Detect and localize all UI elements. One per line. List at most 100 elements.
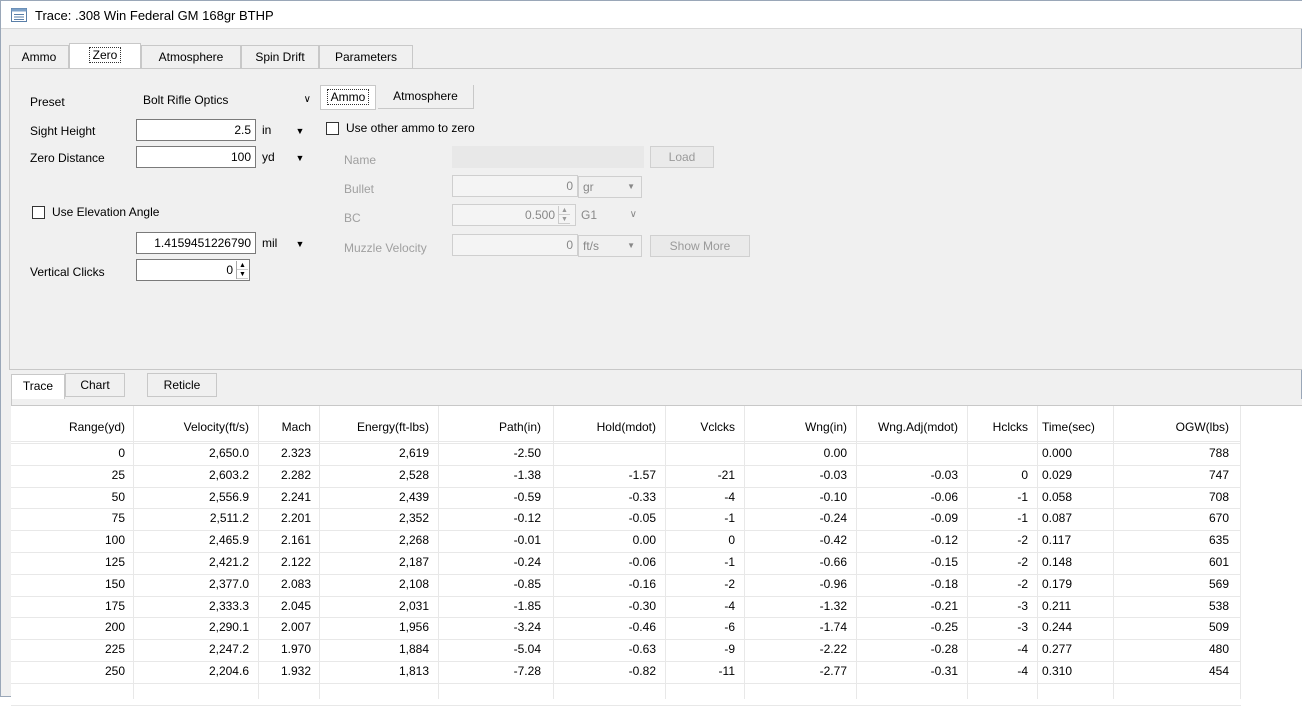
table-cell: 0.000 bbox=[1042, 446, 1073, 460]
column-header[interactable]: Vclcks bbox=[700, 414, 735, 440]
spin-down-icon[interactable]: ▼ bbox=[559, 215, 570, 224]
table-cell: -0.82 bbox=[628, 664, 656, 678]
column-header[interactable]: Mach bbox=[282, 414, 311, 440]
table-cell: -0.66 bbox=[819, 555, 847, 569]
column-header[interactable]: Path(in) bbox=[499, 414, 541, 440]
bullet-input[interactable]: 0 bbox=[452, 175, 578, 197]
table-cell: 175 bbox=[104, 598, 125, 613]
table-row[interactable]: 75 2,511.2 2.201 2,352 -0.12 -0.05 -1 -0.24 -0.0… bbox=[11, 508, 1241, 530]
trace-table[interactable]: Range(yd) Velocity(ft/s) Mach Energy(ft-lbs… bbox=[11, 405, 1302, 706]
table-cell: 0 bbox=[1021, 467, 1028, 482]
table-row[interactable]: 100 2,465.9 2.161 2,268 -0.01 0.00 0 -0.42 -0.12… bbox=[11, 530, 1241, 552]
column-header[interactable]: Wng(in) bbox=[805, 414, 847, 440]
table-cell: -0.10 bbox=[819, 489, 847, 504]
bullet-label: Bullet bbox=[344, 182, 375, 196]
column-header[interactable]: Hold(mdot) bbox=[597, 414, 656, 440]
row-divider bbox=[11, 552, 1241, 553]
table-cell: -0.12 bbox=[930, 533, 958, 548]
show-more-button[interactable]: Show More bbox=[650, 235, 750, 257]
table-row[interactable]: 200 2,290.1 2.007 1,956 -3.24 -0.46 -6 -1.74 -0.… bbox=[11, 617, 1241, 639]
window-icon bbox=[11, 8, 27, 22]
column-header[interactable]: OGW(lbs) bbox=[1176, 414, 1229, 440]
table-cell: -0.33 bbox=[628, 489, 656, 504]
table-cell: 2,031 bbox=[398, 598, 429, 613]
table-cell: 1,956 bbox=[398, 620, 429, 635]
table-cell: -0.31 bbox=[930, 664, 958, 678]
table-cell: 2.241 bbox=[280, 489, 311, 504]
bc-spinner[interactable]: ▲ ▼ bbox=[558, 206, 570, 224]
tab-spin-drift[interactable]: Spin Drift bbox=[241, 45, 319, 69]
table-row[interactable]: 225 2,247.2 1.970 1,884 -5.04 -0.63 -9 -2.22 -0.… bbox=[11, 639, 1241, 661]
zero-distance-unit-dropdown-icon[interactable]: ▼ bbox=[294, 147, 306, 169]
tab-ammo[interactable]: Ammo bbox=[9, 45, 69, 69]
sight-height-input[interactable]: 2.5 bbox=[136, 119, 256, 141]
tab-trace[interactable]: Trace bbox=[11, 374, 65, 401]
column-header[interactable]: Range(yd) bbox=[69, 414, 125, 440]
table-cell: 2.083 bbox=[280, 576, 311, 591]
table-cell: 1,884 bbox=[398, 642, 429, 657]
table-cell: -2.77 bbox=[819, 664, 847, 678]
tab-trace-label: Trace bbox=[22, 379, 54, 393]
tab-parameters[interactable]: Parameters bbox=[319, 45, 413, 69]
bc-model: G1 bbox=[581, 208, 598, 222]
name-input[interactable] bbox=[452, 146, 644, 168]
top-tabstrip: Ammo Zero Atmosphere Spin Drift Paramete… bbox=[9, 43, 429, 69]
table-row[interactable]: 175 2,333.3 2.045 2,031 -1.85 -0.30 -4 -1.32 -0.… bbox=[11, 596, 1241, 618]
column-header[interactable]: Hclcks bbox=[993, 414, 1028, 440]
table-cell: 2,603.2 bbox=[208, 467, 249, 482]
table-cell: -21 bbox=[717, 467, 735, 482]
spin-down-icon[interactable]: ▼ bbox=[237, 270, 248, 279]
sight-height-unit-dropdown-icon[interactable]: ▼ bbox=[294, 120, 306, 142]
muzzle-velocity-input[interactable]: 0 bbox=[452, 234, 578, 256]
title-bar: Trace: .308 Win Federal GM 168gr BTHP bbox=[1, 1, 1302, 29]
table-cell: -4 bbox=[724, 489, 735, 504]
column-header[interactable]: Wng.Adj(mdot) bbox=[878, 414, 958, 440]
table-cell: 50 bbox=[111, 489, 125, 504]
spin-up-icon[interactable]: ▲ bbox=[237, 261, 248, 270]
table-row[interactable]: 150 2,377.0 2.083 2,108 -0.85 -0.16 -2 -0.96 -0.… bbox=[11, 574, 1241, 596]
use-other-ammo-checkbox[interactable] bbox=[326, 122, 339, 135]
row-divider bbox=[11, 617, 1241, 619]
subtab-atmosphere[interactable]: Atmosphere bbox=[378, 85, 474, 109]
sight-height-unit[interactable]: in bbox=[258, 120, 271, 142]
elevation-unit-dropdown-icon[interactable]: ▼ bbox=[294, 233, 306, 255]
vertical-clicks-input[interactable]: 0 bbox=[136, 259, 250, 281]
load-button[interactable]: Load bbox=[650, 146, 714, 168]
column-header[interactable]: Time(sec) bbox=[1042, 414, 1095, 440]
table-cell: 509 bbox=[1208, 620, 1229, 635]
table-cell: 0 bbox=[118, 446, 125, 460]
muzzle-velocity-unit-dropdown[interactable]: ft/s ▼ bbox=[578, 235, 642, 257]
vertical-clicks-spinner[interactable]: ▲ ▼ bbox=[236, 261, 248, 279]
tab-spin-drift-label: Spin Drift bbox=[255, 50, 305, 64]
elevation-angle-unit[interactable]: mil bbox=[258, 233, 277, 255]
table-row[interactable]: 50 2,556.9 2.241 2,439 -0.59 -0.33 -4 -0.10 -0.0… bbox=[11, 487, 1241, 509]
table-row[interactable]: 0 2,650.0 2.323 2,619 -2.50 0.00 0.000 788 bbox=[11, 443, 1241, 465]
bullet-unit-dropdown[interactable]: gr ▼ bbox=[578, 176, 642, 198]
row-divider bbox=[11, 508, 1241, 510]
zero-distance-unit[interactable]: yd bbox=[258, 147, 275, 169]
elevation-angle-input[interactable]: 1.4159451226790 bbox=[136, 232, 256, 254]
bc-model-dropdown[interactable]: G1 ∨ bbox=[574, 203, 644, 227]
zero-distance-input[interactable]: 100 bbox=[136, 146, 256, 168]
spin-up-icon[interactable]: ▲ bbox=[559, 206, 570, 215]
tab-chart[interactable]: Chart bbox=[65, 373, 125, 397]
tab-reticle[interactable]: Reticle bbox=[147, 373, 217, 397]
tab-zero[interactable]: Zero bbox=[69, 43, 141, 68]
column-header[interactable]: Velocity(ft/s) bbox=[184, 414, 249, 440]
column-header[interactable]: Energy(ft-lbs) bbox=[357, 414, 429, 440]
table-cell: 0.087 bbox=[1042, 511, 1073, 526]
preset-dropdown[interactable]: Bolt Rifle Optics ∨ bbox=[136, 88, 316, 112]
table-cell: -3.24 bbox=[513, 620, 541, 635]
zero-distance-label: Zero Distance bbox=[30, 151, 105, 165]
use-elevation-checkbox[interactable] bbox=[32, 206, 45, 219]
table-row[interactable]: 250 2,204.6 1.932 1,813 -7.28 -0.82 -11 -2.77 -0… bbox=[11, 661, 1241, 683]
table-cell: 788 bbox=[1208, 446, 1229, 460]
table-row[interactable]: 25 2,603.2 2.282 2,528 -1.38 -1.57 -21 -0.03 -0.… bbox=[11, 465, 1241, 487]
subtab-ammo[interactable]: Ammo bbox=[320, 85, 376, 110]
preset-label: Preset bbox=[30, 95, 65, 109]
table-cell: -4 bbox=[1017, 642, 1028, 657]
tab-atmosphere[interactable]: Atmosphere bbox=[141, 45, 241, 69]
muzzle-velocity-label: Muzzle Velocity bbox=[344, 241, 427, 255]
table-row[interactable]: 125 2,421.2 2.122 2,187 -0.24 -0.06 -1 -0.66 -0.… bbox=[11, 552, 1241, 574]
table-cell: -0.06 bbox=[628, 555, 656, 569]
